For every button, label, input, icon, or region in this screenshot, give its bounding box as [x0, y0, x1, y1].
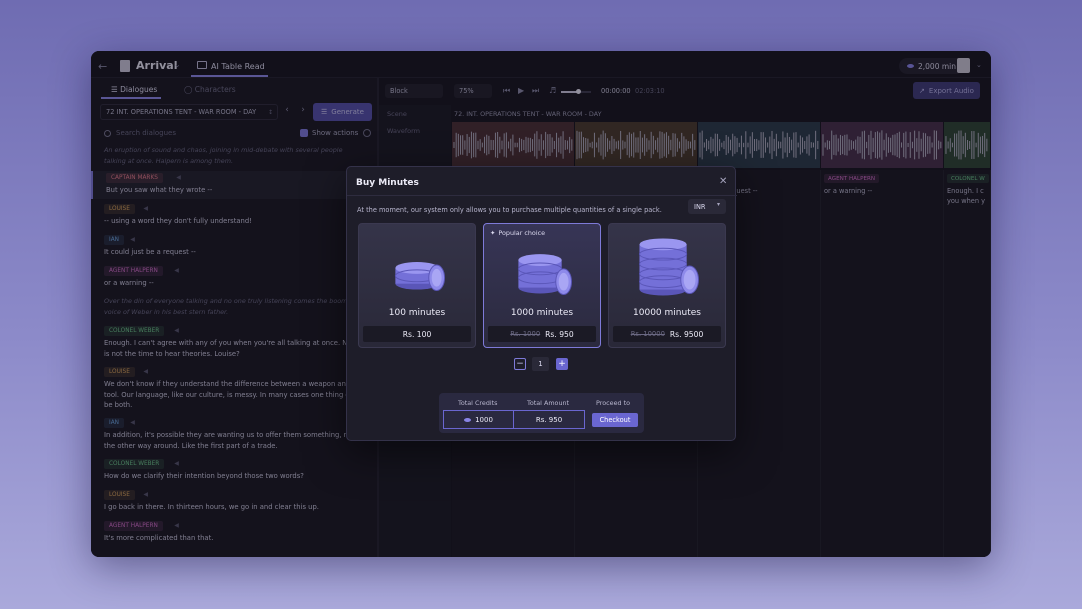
- total-credits-box: 1000: [443, 410, 514, 429]
- pack-name: 100 minutes: [388, 308, 446, 318]
- coins-icon: [638, 238, 699, 296]
- pack-name: 1000 minutes: [510, 308, 574, 318]
- price-original: Rs. 1000: [510, 330, 541, 338]
- checkout-button[interactable]: Checkout: [592, 413, 638, 427]
- close-icon[interactable]: ✕: [719, 176, 727, 187]
- proceed-label: Proceed to: [596, 399, 631, 407]
- modal-description: At the moment, our system only allows yo…: [357, 206, 662, 214]
- total-credits-label: Total Credits: [458, 399, 498, 407]
- chevron-down-icon: ▾: [716, 201, 720, 208]
- modal-title: Buy Minutes: [356, 178, 419, 188]
- price-final: Rs. 100: [402, 329, 432, 339]
- total-credits-value: 1000: [475, 415, 493, 424]
- currency-value: INR: [694, 202, 706, 211]
- total-amount-value: Rs. 950: [535, 415, 563, 424]
- quantity-input[interactable]: 1: [532, 357, 549, 371]
- price-box: Rs. 1000 Rs. 950: [488, 326, 596, 342]
- pack-card-1000[interactable]: ✦ Popular choice 1000 minutes Rs. 1000 R…: [483, 223, 601, 348]
- buy-minutes-modal: Buy Minutes ✕ At the moment, our system …: [346, 166, 737, 441]
- total-amount-box: Rs. 950: [513, 410, 585, 429]
- order-summary: Total Credits Total Amount Proceed to 10…: [439, 393, 644, 433]
- pack-card-10000[interactable]: 10000 minutes Rs. 10000 Rs. 9500: [608, 223, 726, 348]
- quantity-decrement-button[interactable]: −: [514, 358, 526, 370]
- coins-icon: [394, 262, 446, 292]
- currency-select[interactable]: INR ▾: [688, 199, 726, 214]
- price-final: Rs. 9500: [669, 329, 704, 339]
- price-box: Rs. 10000 Rs. 9500: [613, 326, 721, 342]
- price-box: Rs. 100: [363, 326, 471, 342]
- coins-icon: [517, 254, 572, 295]
- app-window: ← Arrival ⌄ AI Table Read 2,000 min ⌄ ☰ …: [91, 51, 991, 557]
- coin-icon: [464, 417, 472, 422]
- quantity-increment-button[interactable]: +: [556, 358, 568, 370]
- pack-card-100[interactable]: 100 minutes Rs. 100: [358, 223, 476, 348]
- divider: [347, 195, 737, 196]
- price-original: Rs. 10000: [630, 330, 665, 338]
- price-final: Rs. 950: [545, 329, 574, 339]
- total-amount-label: Total Amount: [527, 399, 570, 407]
- pack-name: 10000 minutes: [633, 308, 701, 318]
